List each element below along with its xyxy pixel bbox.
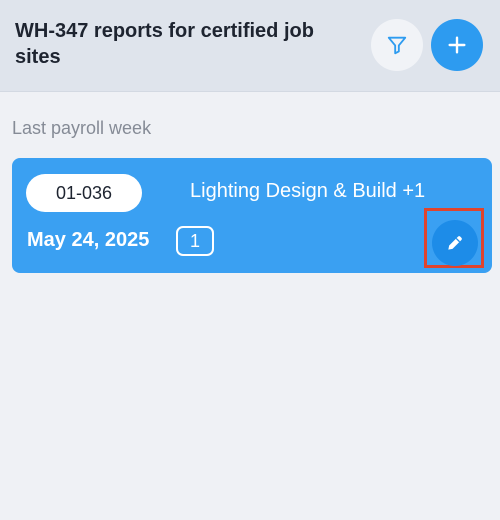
report-card[interactable]: 01-036 Lighting Design & Build +1 May 24… [12,158,492,273]
section-title: Last payroll week [12,118,152,138]
add-report-button[interactable] [431,19,483,71]
page-title: WH-347 reports for certified job sites [15,20,314,68]
edit-button[interactable] [432,220,478,266]
filter-icon [387,36,407,55]
report-count-badge: 1 [176,226,214,256]
job-site-name: Lighting Design & Build +1 [190,180,426,202]
payroll-week-date: May 24, 2025 [27,229,150,251]
plus-icon [448,36,466,54]
job-code-badge: 01-036 [26,174,142,212]
filter-button[interactable] [371,19,423,71]
pencil-icon [448,236,462,250]
app-header: WH-347 reports for certified job sites [0,0,500,92]
